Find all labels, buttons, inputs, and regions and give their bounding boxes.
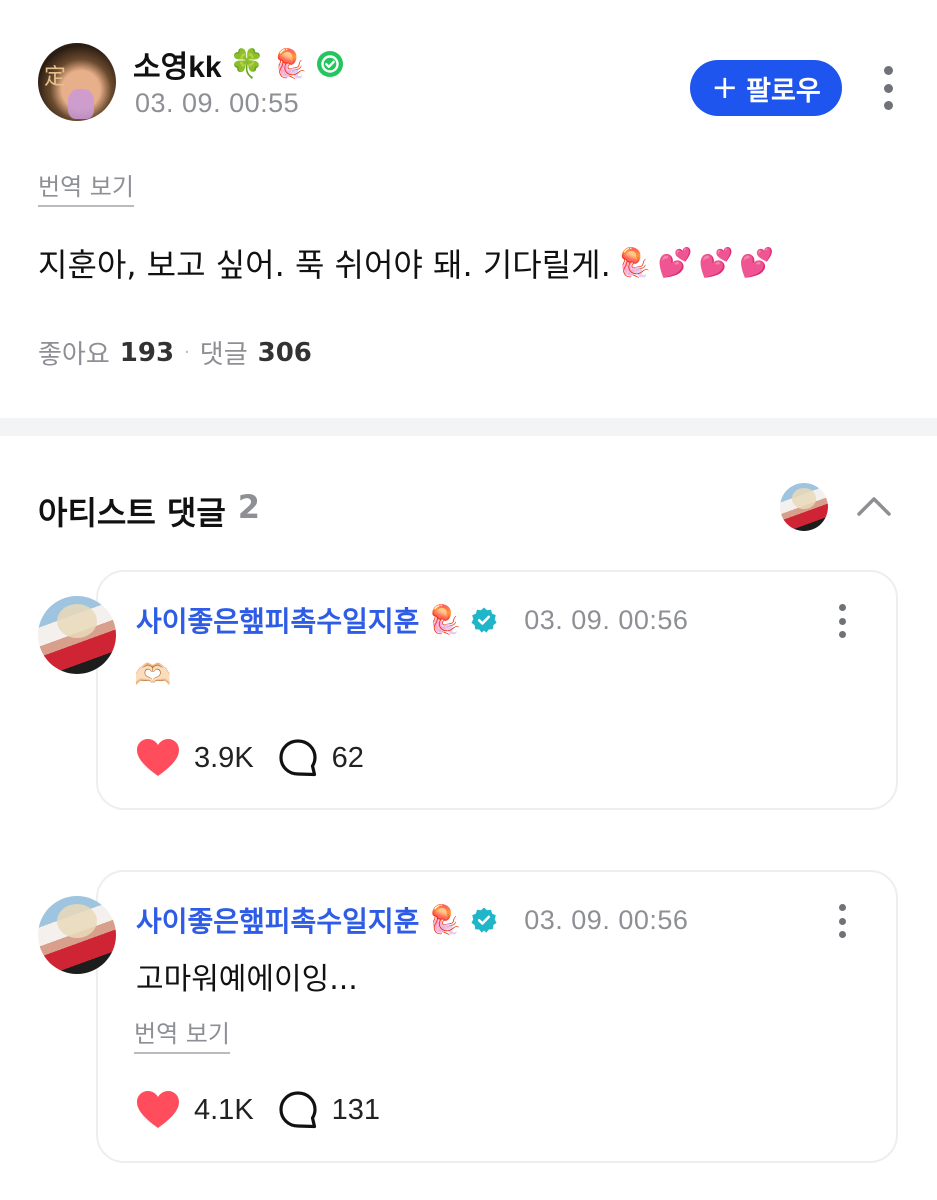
jellyfish-emoji: 🪼 — [427, 903, 463, 936]
post-body-text: 지훈아, 보고 싶어. 푹 쉬어야 돼. 기다릴게. — [38, 246, 611, 284]
comment-author-avatar[interactable] — [38, 596, 116, 674]
comment-actions: 3.9K 62 — [136, 738, 388, 778]
artist-comments-label: 아티스트 댓글 — [38, 494, 226, 532]
two-hearts-emoji: 💕 — [739, 246, 775, 279]
verified-icon — [317, 51, 344, 77]
post-translate-link[interactable]: 번역 보기 — [38, 167, 134, 207]
comment-translate-link[interactable]: 번역 보기 — [134, 1014, 230, 1054]
post-body: 지훈아, 보고 싶어. 푹 쉬어야 돼. 기다릴게. 🪼 💕 💕 💕 — [38, 240, 774, 286]
post-more-icon[interactable] — [880, 66, 896, 110]
post: 定 소영kk 🍀 🪼 03. 09. 00:55 + 팔로우 번역 보기 지훈아… — [0, 0, 937, 418]
reply-bubble-icon[interactable] — [278, 1090, 318, 1130]
verified-badge-icon — [471, 907, 497, 933]
jellyfish-emoji: 🪼 — [616, 246, 652, 279]
artist-comments-title: 아티스트 댓글 2 — [38, 488, 260, 534]
comment-text: 고마워예에이잉... — [136, 962, 358, 997]
comments-count[interactable]: 306 — [258, 338, 312, 368]
likes-label: 좋아요 — [38, 340, 110, 370]
comment-author-name[interactable]: 사이좋은햎피촉수일지훈 — [136, 600, 419, 640]
verified-badge-icon — [471, 607, 497, 633]
comment-text: 🫶🏻 — [134, 658, 172, 693]
heart-icon[interactable] — [136, 1090, 180, 1130]
two-hearts-emoji: 💕 — [657, 246, 693, 279]
artist-comments-count: 2 — [237, 488, 261, 526]
comment-more-icon[interactable] — [836, 904, 848, 938]
comment-author-avatar[interactable] — [38, 896, 116, 974]
post-author-avatar[interactable]: 定 — [38, 43, 116, 121]
comment-actions: 4.1K 131 — [136, 1090, 404, 1130]
like-count: 3.9K — [194, 741, 254, 774]
comment-author-name[interactable]: 사이좋은햎피촉수일지훈 — [136, 900, 419, 940]
reply-count[interactable]: 131 — [332, 1094, 380, 1127]
section-divider — [0, 418, 937, 436]
chevron-up-icon[interactable] — [856, 494, 892, 518]
comment-timestamp: 03. 09. 00:56 — [524, 604, 689, 635]
stats-separator: · — [184, 342, 190, 363]
post-timestamp: 03. 09. 00:55 — [135, 88, 300, 118]
artist-avatar-small[interactable] — [780, 483, 828, 531]
comment-more-icon[interactable] — [836, 604, 848, 638]
follow-button[interactable]: + 팔로우 — [690, 60, 842, 116]
follow-label: 팔로우 — [746, 75, 821, 107]
post-author-row: 소영kk 🍀 🪼 — [133, 42, 345, 86]
reply-count[interactable]: 62 — [332, 742, 364, 775]
two-hearts-emoji: 💕 — [698, 246, 734, 279]
artist-comment-card: 사이좋은햎피촉수일지훈 🪼 03. 09. 00:56 🫶🏻 3.9K 62 — [96, 570, 898, 810]
post-stats: 좋아요 193 · 댓글 306 — [38, 334, 312, 371]
likes-count: 193 — [119, 337, 175, 368]
comment-header: 사이좋은햎피촉수일지훈 🪼 03. 09. 00:56 — [136, 600, 688, 640]
comment-timestamp: 03. 09. 00:56 — [524, 904, 689, 935]
reply-bubble-icon[interactable] — [278, 738, 318, 778]
artist-comment-card: 사이좋은햎피촉수일지훈 🪼 03. 09. 00:56 고마워예에이잉... 번… — [96, 870, 898, 1163]
comments-label[interactable]: 댓글 — [200, 334, 248, 371]
jellyfish-emoji: 🪼 — [427, 603, 463, 636]
comment-header: 사이좋은햎피촉수일지훈 🪼 03. 09. 00:56 — [136, 900, 688, 940]
clover-emoji: 🍀 — [229, 47, 265, 80]
jellyfish-emoji: 🪼 — [272, 47, 308, 80]
heart-icon[interactable] — [136, 738, 180, 778]
plus-icon: + — [711, 68, 739, 106]
like-count: 4.1K — [194, 1093, 254, 1126]
post-username[interactable]: 소영kk — [133, 42, 222, 86]
